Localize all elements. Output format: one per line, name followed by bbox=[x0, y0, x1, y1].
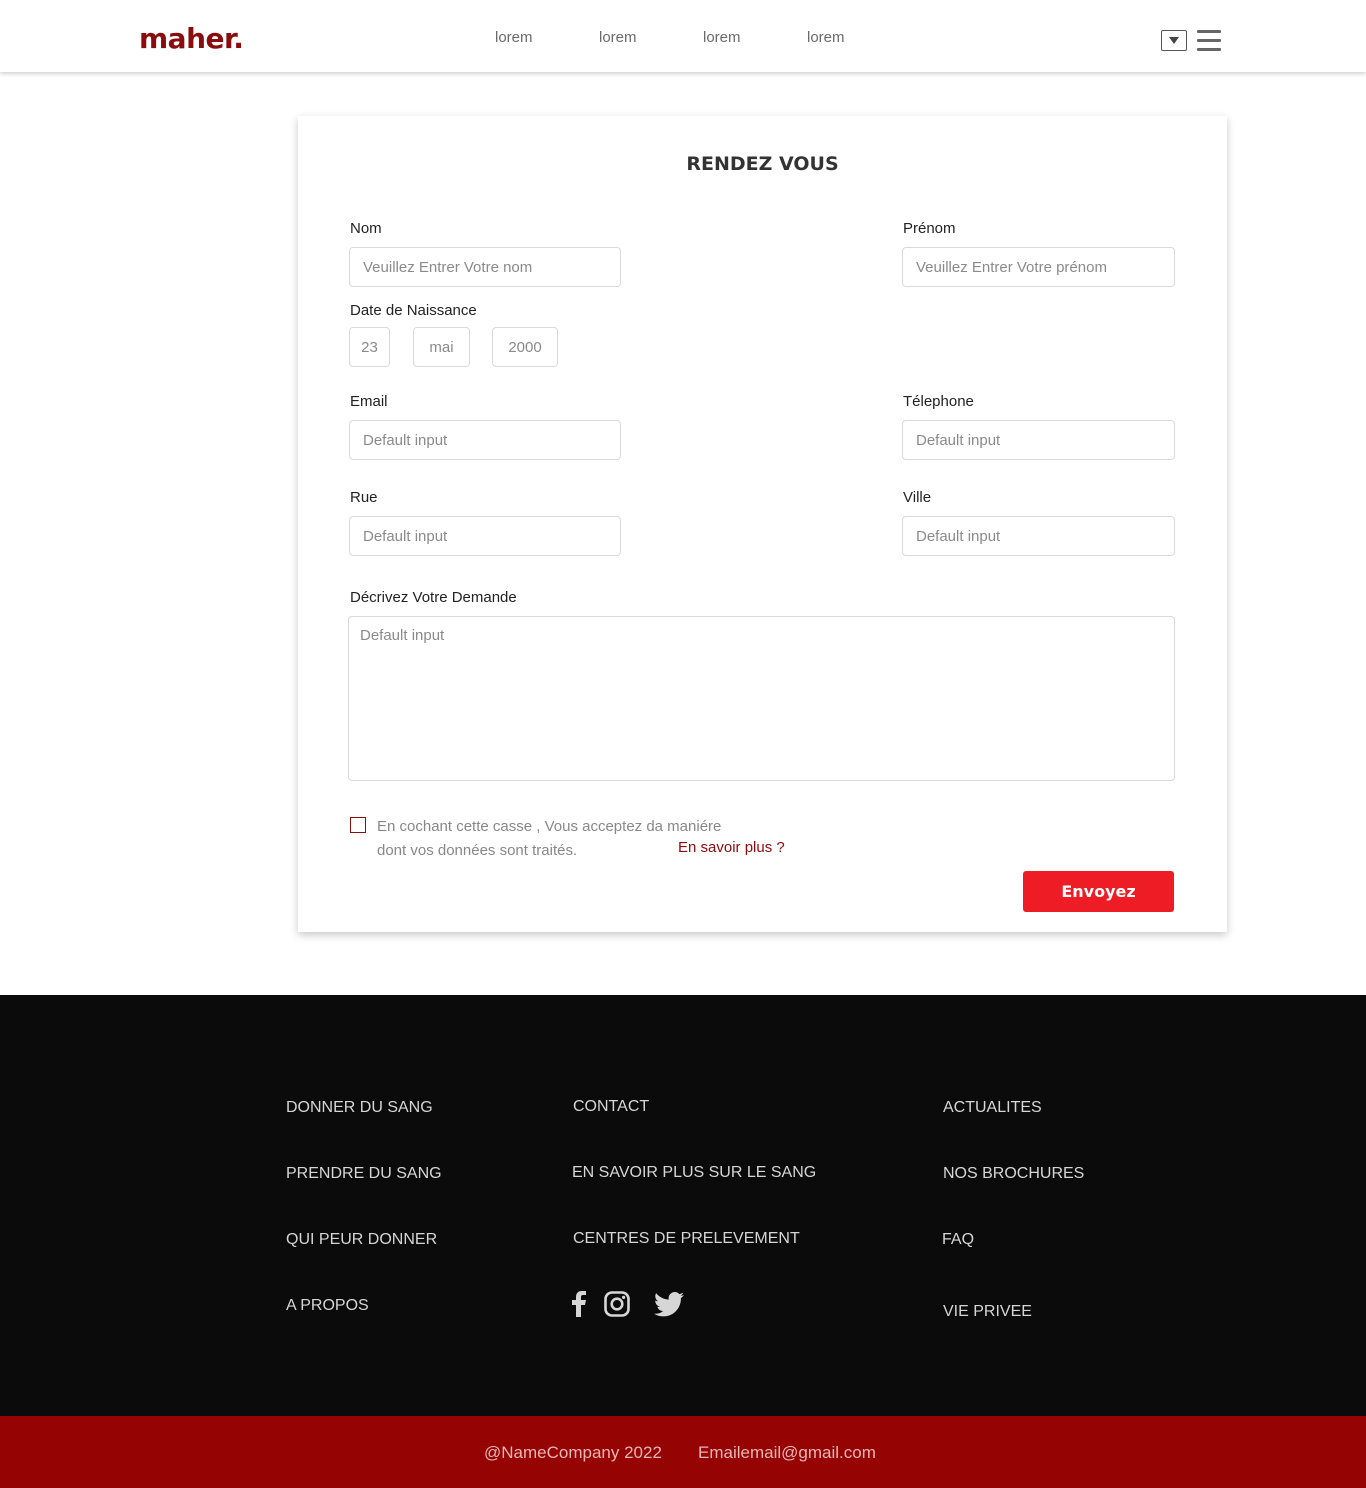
telephone-label: Télephone bbox=[903, 393, 974, 410]
social-links bbox=[572, 1291, 702, 1321]
rue-label: Rue bbox=[350, 489, 378, 506]
form-title: RENDEZ VOUS bbox=[686, 153, 839, 175]
ville-label: Ville bbox=[903, 489, 932, 506]
appointment-form-card: RENDEZ VOUS Nom Prénom Date de Naissance… bbox=[298, 116, 1227, 932]
nav-link-2[interactable]: lorem bbox=[599, 29, 703, 46]
submit-button[interactable]: Envoyez bbox=[1023, 871, 1174, 912]
footer: DONNER DU SANG PRENDRE DU SANG QUI PEUR … bbox=[0, 995, 1366, 1416]
footer-link-actualites[interactable]: ACTUALITES bbox=[943, 1099, 1042, 1117]
email-input[interactable] bbox=[349, 420, 621, 460]
birthdate-label: Date de Naissance bbox=[350, 302, 477, 319]
prenom-label: Prénom bbox=[903, 220, 956, 237]
prenom-input[interactable] bbox=[902, 247, 1175, 287]
footer-link-faq[interactable]: FAQ bbox=[942, 1231, 974, 1249]
footer-link-qui[interactable]: QUI PEUR DONNER bbox=[286, 1231, 437, 1249]
nav-link-1[interactable]: lorem bbox=[495, 29, 599, 46]
bottom-bar: @NameCompany 2022 Emailemail@gmail.com bbox=[0, 1416, 1366, 1488]
contact-email[interactable]: Emailemail@gmail.com bbox=[698, 1443, 876, 1463]
instagram-icon[interactable] bbox=[604, 1291, 630, 1321]
main-nav: lorem lorem lorem lorem bbox=[495, 29, 911, 46]
birth-year-input[interactable] bbox=[492, 327, 558, 367]
rue-input[interactable] bbox=[349, 516, 621, 556]
consent-line-1: En cochant cette casse , Vous acceptez d… bbox=[377, 818, 722, 835]
nav-link-3[interactable]: lorem bbox=[703, 29, 807, 46]
consent-checkbox[interactable] bbox=[350, 817, 366, 833]
ville-input[interactable] bbox=[902, 516, 1175, 556]
hamburger-menu-icon[interactable] bbox=[1197, 30, 1221, 52]
footer-link-apropos[interactable]: A PROPOS bbox=[286, 1297, 369, 1315]
footer-link-contact[interactable]: CONTACT bbox=[573, 1098, 649, 1116]
telephone-input[interactable] bbox=[902, 420, 1175, 460]
demande-textarea[interactable] bbox=[348, 616, 1175, 781]
learn-more-link[interactable]: En savoir plus ? bbox=[678, 839, 785, 856]
copyright-text: @NameCompany 2022 bbox=[484, 1443, 662, 1462]
demande-label: Décrivez Votre Demande bbox=[350, 589, 517, 606]
birth-month-input[interactable] bbox=[413, 327, 470, 367]
birth-day-input[interactable] bbox=[349, 327, 390, 367]
footer-link-centres[interactable]: CENTRES DE PRELEVEMENT bbox=[573, 1230, 800, 1248]
dropdown-toggle-icon[interactable] bbox=[1161, 30, 1187, 51]
nom-label: Nom bbox=[350, 220, 382, 237]
footer-link-brochures[interactable]: NOS BROCHURES bbox=[943, 1165, 1084, 1183]
nom-input[interactable] bbox=[349, 247, 621, 287]
nav-link-4[interactable]: lorem bbox=[807, 29, 911, 46]
logo[interactable]: maher. bbox=[139, 22, 244, 55]
email-label: Email bbox=[350, 393, 388, 410]
footer-link-savoir[interactable]: EN SAVOIR PLUS SUR LE SANG bbox=[572, 1164, 816, 1182]
footer-link-donner[interactable]: DONNER DU SANG bbox=[286, 1099, 433, 1117]
top-header: maher. lorem lorem lorem lorem bbox=[0, 0, 1366, 72]
footer-link-vie-privee[interactable]: VIE PRIVEE bbox=[943, 1303, 1032, 1321]
footer-link-prendre[interactable]: PRENDRE DU SANG bbox=[286, 1165, 442, 1183]
twitter-icon[interactable] bbox=[653, 1291, 684, 1321]
facebook-icon[interactable] bbox=[572, 1291, 586, 1321]
